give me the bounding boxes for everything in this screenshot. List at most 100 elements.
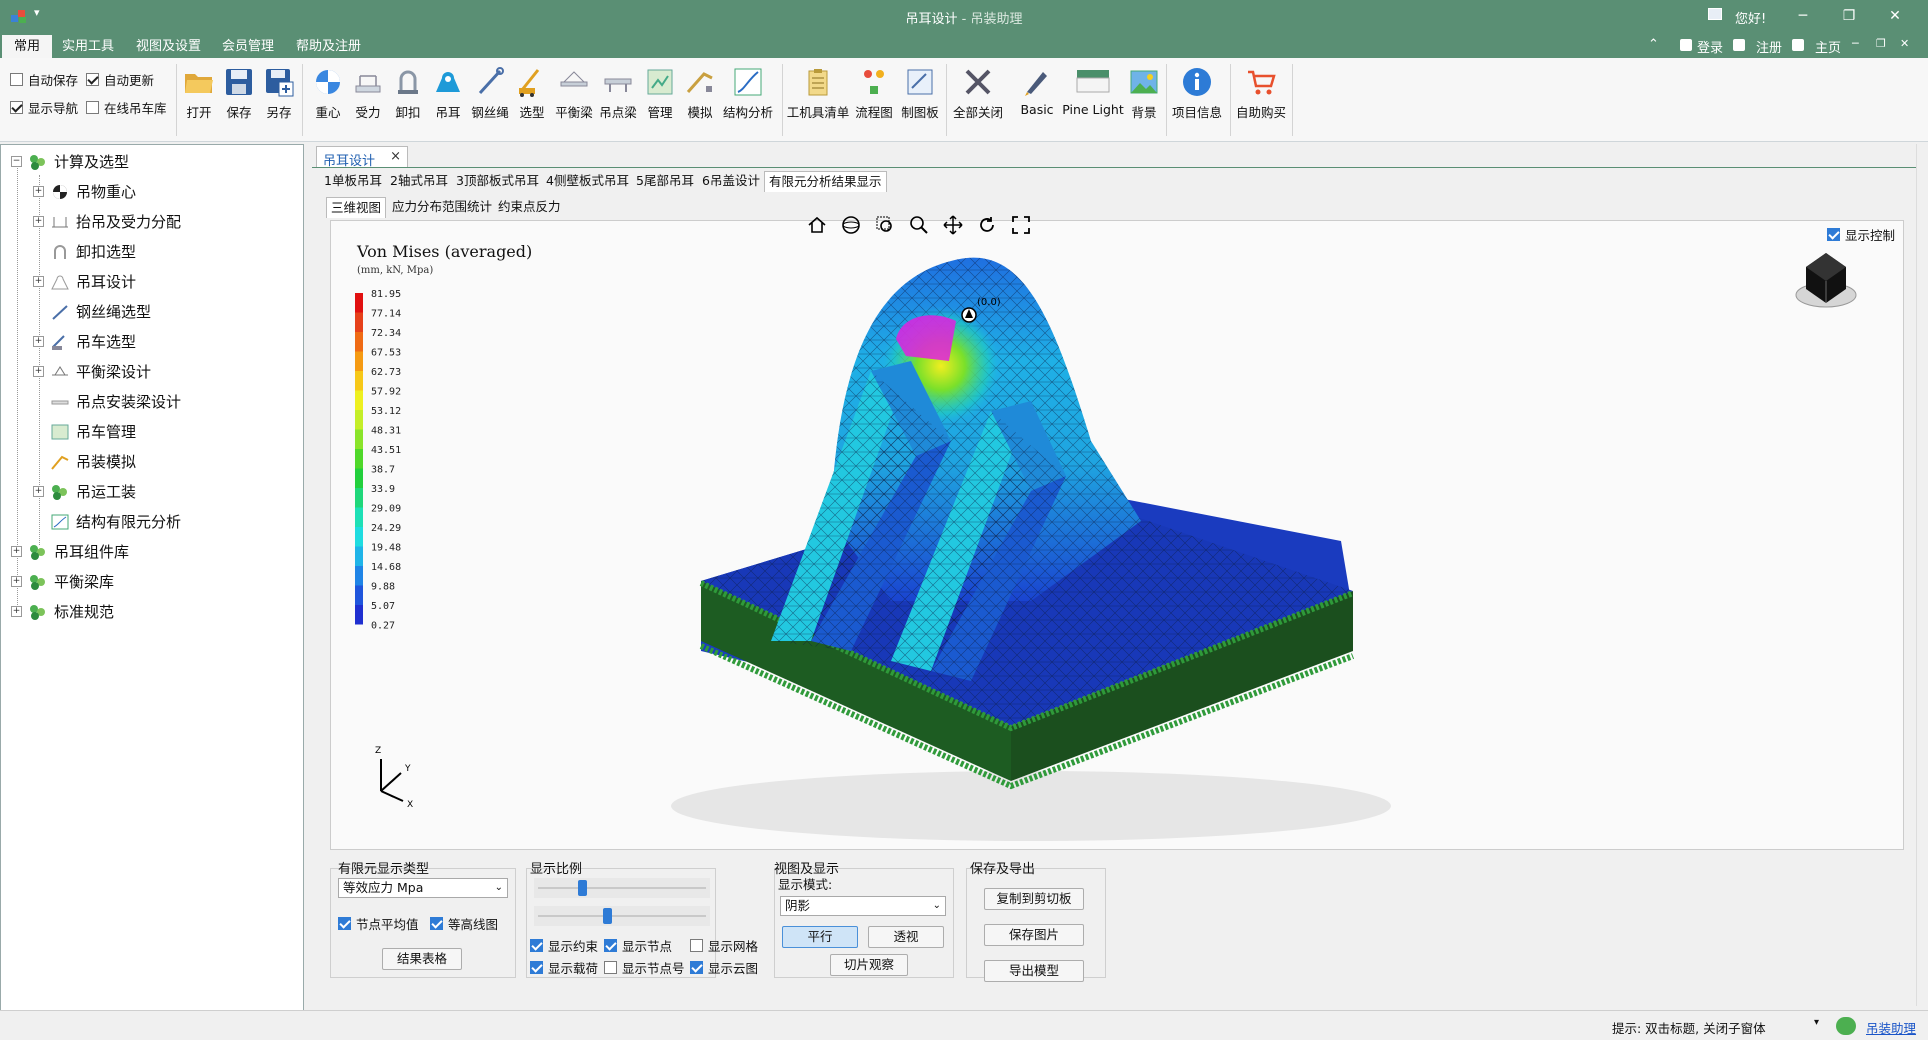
viewtab-stress-stats[interactable]: 应力分布范围统计	[388, 197, 496, 218]
display-mode-combo[interactable]: 阴影 ⌄	[780, 896, 946, 916]
tree-node-calc-select[interactable]: − 计算及选型	[11, 151, 129, 172]
tree-node-crane[interactable]: + 吊车选型	[33, 331, 136, 352]
force-button[interactable]: 受力	[348, 66, 388, 121]
checkbox-box[interactable]	[690, 939, 703, 952]
slider-thumb[interactable]	[603, 908, 613, 924]
tree-node-shackle[interactable]: 卸扣选型	[50, 241, 136, 262]
expand-icon[interactable]: +	[33, 336, 44, 347]
doc-tab-lug-design[interactable]: 吊耳设计 ×	[316, 146, 408, 169]
tree-node-standards[interactable]: + 标准规范	[11, 601, 114, 622]
checkbox-box[interactable]	[338, 917, 351, 930]
show-node-checkbox[interactable]: 显示节点	[604, 936, 672, 955]
structure-analysis-button[interactable]: 结构分析	[720, 66, 776, 121]
show-node-number-checkbox[interactable]: 显示节点号	[604, 958, 685, 977]
collapse-ribbon-icon[interactable]: ⌃	[1648, 37, 1659, 52]
scale-slider-2[interactable]	[534, 906, 710, 926]
status-dropdown-icon[interactable]: ▾	[1814, 1017, 1819, 1028]
tree-node-tooling[interactable]: + 吊运工装	[33, 481, 136, 502]
status-link[interactable]: 吊装助理	[1866, 1018, 1916, 1037]
checkbox-box[interactable]	[1827, 228, 1840, 241]
tree-node-beam-library[interactable]: + 平衡梁库	[11, 571, 114, 592]
restore-button[interactable]: ❐	[1834, 5, 1864, 27]
tab-tools[interactable]: 实用工具	[50, 35, 126, 58]
tree-node-wire-rope[interactable]: 钢丝绳选型	[50, 301, 151, 322]
checkbox-box[interactable]	[10, 101, 23, 114]
parallel-button[interactable]: 平行	[782, 926, 858, 948]
subtab-side-wall[interactable]: 4侧壁板式吊耳	[542, 171, 633, 192]
checkbox-box[interactable]	[86, 73, 99, 86]
expand-icon[interactable]: +	[11, 576, 22, 587]
manage-button[interactable]: 管理	[640, 66, 680, 121]
expand-icon[interactable]: +	[33, 186, 44, 197]
tab-view-settings[interactable]: 视图及设置	[124, 35, 213, 58]
beam-button[interactable]: 平衡梁	[552, 66, 596, 121]
copy-clipboard-button[interactable]: 复制到剪切板	[984, 888, 1084, 910]
viewtab-reaction[interactable]: 约束点反力	[494, 197, 565, 218]
project-info-button[interactable]: 项目信息	[1170, 66, 1224, 121]
zoom-icon[interactable]	[909, 215, 929, 235]
expand-icon[interactable]: +	[33, 276, 44, 287]
zoom-window-icon[interactable]	[875, 215, 895, 235]
tree-node-beam[interactable]: + 平衡梁设计	[33, 361, 151, 382]
expand-icon[interactable]: +	[11, 606, 22, 617]
lug-button[interactable]: 吊耳	[428, 66, 468, 121]
checkbox-box[interactable]	[604, 939, 617, 952]
login-link[interactable]: 登录	[1697, 37, 1723, 56]
user-card-icon[interactable]	[1708, 8, 1722, 20]
checkbox-box[interactable]	[430, 917, 443, 930]
fullscreen-icon[interactable]	[1011, 215, 1031, 235]
flowchart-button[interactable]: 流程图	[852, 66, 896, 121]
minimize-button[interactable]: ─	[1788, 5, 1818, 27]
shackle-button[interactable]: 卸扣	[388, 66, 428, 121]
tool-list-button[interactable]: 工机具清单	[786, 66, 850, 121]
doc-tab-close-icon[interactable]: ×	[390, 149, 401, 164]
crane-select-button[interactable]: 选型	[512, 66, 552, 121]
wire-rope-button[interactable]: 钢丝绳	[468, 66, 512, 121]
contour-checkbox[interactable]: 等高线图	[430, 914, 498, 933]
mdi-restore-icon[interactable]: ❐	[1876, 37, 1886, 50]
checkbox-box[interactable]	[86, 101, 99, 114]
self-purchase-button[interactable]: 自助购买	[1234, 66, 1288, 121]
rotate-icon[interactable]	[977, 215, 997, 235]
show-control-checkbox[interactable]: 显示控制	[1827, 225, 1895, 244]
tree-node-lug-library[interactable]: + 吊耳组件库	[11, 541, 129, 562]
expand-icon[interactable]: +	[33, 486, 44, 497]
node-average-checkbox[interactable]: 节点平均值	[338, 914, 419, 933]
expand-icon[interactable]: +	[11, 546, 22, 557]
homepage-link[interactable]: 主页	[1815, 37, 1841, 56]
subtab-fea-result[interactable]: 有限元分析结果显示	[764, 171, 887, 192]
tab-common[interactable]: 常用	[2, 35, 53, 58]
close-button[interactable]: ✕	[1880, 5, 1910, 27]
checkbox-box[interactable]	[530, 939, 543, 952]
autosave-checkbox[interactable]: 自动保存	[10, 70, 78, 89]
subtab-single-plate[interactable]: 1单板吊耳	[320, 171, 386, 192]
tree-node-crane-manage[interactable]: 吊车管理	[50, 421, 136, 442]
export-model-button[interactable]: 导出模型	[984, 960, 1084, 982]
mdi-close-icon[interactable]: ✕	[1900, 37, 1909, 50]
view-cube[interactable]	[1795, 253, 1857, 308]
register-link[interactable]: 注册	[1756, 37, 1782, 56]
online-crane-lib-checkbox[interactable]: 在线吊车库	[86, 98, 167, 117]
tab-help-register[interactable]: 帮助及注册	[284, 35, 373, 58]
tree-node-cog[interactable]: + 吊物重心	[33, 181, 136, 202]
show-nav-checkbox[interactable]: 显示导航	[10, 98, 78, 117]
save-as-button[interactable]: 另存	[260, 66, 298, 121]
perspective-button[interactable]: 透视	[868, 926, 944, 948]
simulate-button[interactable]: 模拟	[680, 66, 720, 121]
pine-light-theme-button[interactable]: Pine Light	[1062, 66, 1124, 117]
right-scrollbar[interactable]	[1916, 144, 1928, 1006]
home-icon[interactable]	[807, 215, 827, 235]
lift-beam-button[interactable]: 吊点梁	[596, 66, 640, 121]
basic-theme-button[interactable]: Basic	[1012, 66, 1062, 117]
show-mesh-checkbox[interactable]: 显示网格	[690, 936, 758, 955]
autoupdate-checkbox[interactable]: 自动更新	[86, 70, 154, 89]
close-all-button[interactable]: 全部关闭	[950, 66, 1006, 121]
checkbox-box[interactable]	[690, 961, 703, 974]
subtab-tail[interactable]: 5尾部吊耳	[632, 171, 698, 192]
result-table-button[interactable]: 结果表格	[382, 948, 462, 970]
fea-3d-viewport[interactable]: (0.0) Von Mises (averaged) (mm, kN, Mpa)…	[330, 215, 1904, 850]
pan-icon[interactable]	[943, 215, 963, 235]
checkbox-box[interactable]	[604, 961, 617, 974]
slider-thumb[interactable]	[577, 880, 587, 896]
show-cloud-checkbox[interactable]: 显示云图	[690, 958, 758, 977]
